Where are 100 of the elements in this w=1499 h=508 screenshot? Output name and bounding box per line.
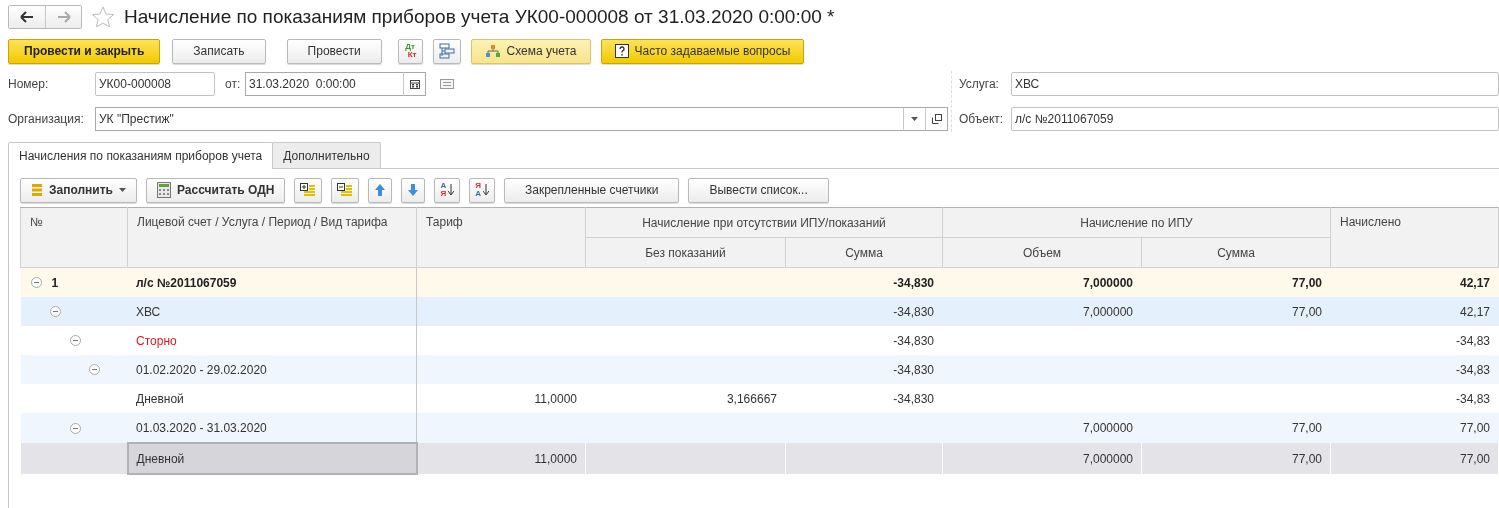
table-row[interactable]: 01.03.2020 - 31.03.2020 7,000000 77,00 77,00 <box>20 413 1499 443</box>
scheme-button[interactable]: Схема учета <box>470 38 591 64</box>
table-cell: -34,830 <box>785 326 943 355</box>
dropdown-button[interactable] <box>903 107 925 131</box>
table-cell: 77,00 <box>1141 443 1331 474</box>
table-cell: -34,830 <box>785 267 943 297</box>
column-header: Тариф <box>416 207 586 268</box>
table-cell: 42,17 <box>1330 267 1499 297</box>
table-cell: -34,83 <box>1330 384 1499 413</box>
table-cell: -34,830 <box>785 384 943 413</box>
table-cell: Сторно <box>127 326 417 355</box>
table-cell: 7,000000 <box>942 443 1142 474</box>
column-header: Без показаний <box>585 237 786 268</box>
question-icon <box>614 44 629 58</box>
down-arrow-icon <box>483 184 489 196</box>
toolbar-button[interactable] <box>331 177 360 203</box>
dropdown-caret-icon <box>911 117 918 121</box>
window-title: Начисление по показаниям приборов учета УК00-000008 от 31.03.2020 0:00:00 * <box>124 5 835 28</box>
dropdown-caret-icon <box>119 188 126 192</box>
field-label: от: <box>225 77 242 91</box>
table-cell: -34,83 <box>1330 355 1499 384</box>
post-and-close-button[interactable]: Провести и закрыть <box>8 38 161 64</box>
expand-all-icon <box>300 183 317 197</box>
collapse-icon[interactable] <box>50 306 61 317</box>
table-row[interactable]: Дневной 11,0000 7,000000 77,00 77,00 <box>20 443 1499 474</box>
toolbar-button[interactable]: А Я <box>434 177 461 203</box>
back-arrow-icon <box>20 10 34 23</box>
table-cell: 77,00 <box>1141 297 1331 326</box>
table-cell: 11,0000 <box>416 384 586 413</box>
table-cell: -34,83 <box>1330 326 1499 355</box>
field-label: Объект: <box>959 112 1005 126</box>
table-cell: 42,17 <box>1330 297 1499 326</box>
table-cell: -34,830 <box>785 355 943 384</box>
table-row[interactable]: Сторно -34,830 -34,83 <box>20 326 1499 355</box>
column-header: № <box>20 207 128 268</box>
toolbar-button[interactable]: Закрепленные счетчики <box>504 177 680 203</box>
toolbar-button[interactable] <box>294 177 323 203</box>
toolbar-button[interactable]: Записать <box>172 38 266 64</box>
collapse-icon[interactable] <box>89 364 100 375</box>
collapse-icon[interactable] <box>30 277 42 288</box>
up-arrow-icon <box>374 183 387 197</box>
table-row[interactable]: Дневной 11,0000 3,166667 -34,830 -34,83 <box>20 384 1499 413</box>
table-cell: 7,000000 <box>942 413 1142 443</box>
hierarchy-icon <box>484 44 501 58</box>
table-row[interactable]: ХВС -34,830 7,000000 77,00 42,17 <box>20 297 1499 326</box>
calendar-icon <box>409 79 420 89</box>
toolbar-button[interactable]: Дт Кт <box>397 38 423 64</box>
star-icon[interactable] <box>92 6 114 27</box>
table-cell: 77,00 <box>1330 413 1499 443</box>
tab[interactable]: Начисления по показаниям приборов учета <box>8 142 274 169</box>
table-row[interactable]: 01.02.2020 - 29.02.2020 -34,830 -34,83 <box>20 355 1499 384</box>
column-header: Начисление при отсутствии ИПУ/показаний <box>585 207 943 238</box>
table-cell: 77,00 <box>1141 267 1331 297</box>
collapse-icon[interactable] <box>69 422 81 434</box>
back-button[interactable] <box>9 5 45 28</box>
service-field[interactable]: ХВС <box>1011 72 1499 96</box>
number-field[interactable]: УК00-000008 <box>95 72 215 96</box>
fill-button[interactable]: Заполнить <box>20 177 137 203</box>
table-cell: 77,00 <box>1141 413 1331 443</box>
down-arrow-icon <box>448 184 455 196</box>
calculator-icon <box>157 182 171 198</box>
open-button[interactable] <box>925 107 948 131</box>
table-cell: -34,830 <box>785 297 943 326</box>
table-cell: ХВС <box>127 297 417 326</box>
tab[interactable]: Дополнительно <box>272 142 381 168</box>
column-header: Сумма <box>785 237 943 268</box>
down-arrow-icon <box>407 183 420 197</box>
forward-arrow-icon <box>56 10 71 23</box>
field-label: Номер: <box>8 77 50 91</box>
faq-button[interactable]: Часто задаваемые вопросы <box>600 38 805 64</box>
toolbar-button[interactable]: Я А <box>469 177 495 203</box>
calendar-button[interactable] <box>403 72 426 96</box>
open-window-icon <box>931 114 942 124</box>
field-label: Услуга: <box>959 77 1000 91</box>
toolbar-button[interactable]: Провести <box>286 38 382 64</box>
table-cell: 7,000000 <box>942 267 1142 297</box>
table-cell: 01.03.2020 - 31.03.2020 <box>127 413 417 443</box>
structure-icon <box>438 43 455 59</box>
field-label: Организация: <box>8 112 85 126</box>
column-header: Лицевой счет / Услуга / Период / Вид тарифа <box>127 207 417 268</box>
table-cell: 7,000000 <box>942 297 1142 326</box>
collapse-icon[interactable] <box>69 335 81 346</box>
date-field[interactable]: 31.03.2020 0:00:00 <box>245 72 403 96</box>
row-number: 1 <box>51 275 59 290</box>
collapse-all-icon <box>337 183 354 197</box>
stack-icon <box>31 183 43 197</box>
table-cell: 01.02.2020 - 29.02.2020 <box>127 355 417 384</box>
calculate-button[interactable]: Рассчитать ОДН <box>146 177 286 203</box>
object-field[interactable]: л/с №2011067059 <box>1011 107 1499 131</box>
column-header: Объем <box>942 237 1142 268</box>
toolbar-button[interactable]: Вывести список... <box>688 177 829 203</box>
organization-field[interactable]: УК "Престиж" <box>95 107 903 131</box>
table-cell: Дневной <box>127 443 417 474</box>
column-header: Начисление по ИПУ <box>942 207 1331 238</box>
table-cell: Дневной <box>127 384 417 413</box>
table-row[interactable]: 1 л/с №2011067059 -34,830 7,000000 77,00 42,17 <box>20 267 1499 297</box>
column-header: Начислено <box>1330 207 1499 268</box>
comment-icon <box>440 79 454 89</box>
table-cell: л/с №2011067059 <box>127 267 417 297</box>
table-cell: 11,0000 <box>416 443 586 474</box>
